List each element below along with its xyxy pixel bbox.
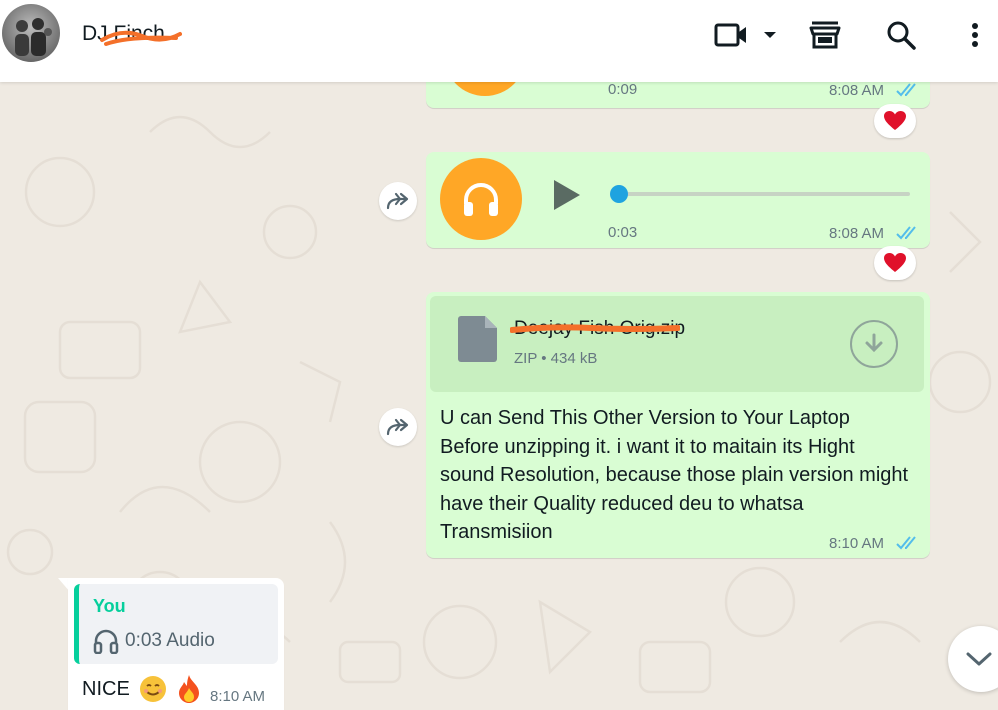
file-type: ZIP	[514, 350, 538, 367]
forward-icon	[386, 418, 409, 436]
file-attachment[interactable]: Deejay Fish Orig.zip ZIP • 434 kB	[430, 296, 924, 392]
quoted-message[interactable]: You 0:03 Audio	[74, 584, 278, 664]
quote-author: You	[93, 596, 126, 616]
video-call-icon[interactable]	[714, 18, 748, 52]
message-text: NICE	[82, 674, 202, 704]
meta-separator: •	[541, 350, 551, 367]
headphones-icon	[464, 183, 498, 216]
audio-message-bubble[interactable]: 0:03 8:08 AM	[426, 152, 930, 248]
chevron-down-icon	[966, 652, 992, 666]
name-redaction-scribble	[100, 30, 182, 46]
quote-body: 0:03 Audio	[93, 628, 215, 654]
read-ticks-icon	[896, 83, 916, 97]
message-time: 8:08 AM	[829, 82, 885, 99]
file-size: 434 kB	[550, 350, 598, 367]
message-time: 8:10 AM	[210, 688, 266, 705]
menu-dots-icon[interactable]	[958, 18, 992, 52]
message-time: 8:10 AM	[829, 535, 885, 552]
message-time: 8:08 AM	[829, 225, 885, 242]
contact-avatar[interactable]	[2, 4, 60, 62]
download-button[interactable]	[850, 320, 898, 368]
quote-body-text: 0:03 Audio	[125, 630, 215, 651]
audio-duration: 0:03	[608, 224, 638, 241]
heart-reaction[interactable]	[874, 104, 916, 138]
forward-button[interactable]	[379, 408, 417, 446]
document-icon	[458, 316, 497, 362]
audio-progress-track[interactable]	[616, 192, 910, 196]
message-text-value: NICE	[82, 677, 130, 700]
read-ticks-icon	[896, 226, 916, 240]
incoming-message-bubble[interactable]: You 0:03 Audio NICE 8:10 AM	[68, 578, 284, 710]
message-text: U can Send This Other Version to Your La…	[440, 407, 909, 543]
audio-progress-knob[interactable]	[610, 185, 628, 203]
heart-reaction[interactable]	[874, 246, 916, 280]
read-ticks-icon	[896, 536, 916, 550]
chat-header: DJ Finch	[0, 0, 998, 82]
download-arrow-icon	[865, 333, 883, 353]
audio-avatar	[440, 158, 522, 240]
file-message-bubble[interactable]: Deejay Fish Orig.zip ZIP • 434 kB U can …	[426, 292, 930, 558]
forward-icon	[386, 192, 409, 210]
file-name-redaction-scribble	[510, 324, 680, 333]
play-icon[interactable]	[550, 178, 582, 212]
smiling-face-emoji-icon	[139, 676, 166, 702]
shop-icon[interactable]	[808, 18, 842, 52]
forward-button[interactable]	[379, 182, 417, 220]
chevron-down-icon[interactable]	[758, 18, 782, 52]
audio-duration: 0:09	[608, 81, 638, 98]
headphones-icon	[93, 629, 119, 654]
file-meta: ZIP • 434 kB	[514, 350, 597, 367]
search-icon[interactable]	[884, 18, 918, 52]
fire-emoji-icon	[178, 675, 199, 703]
